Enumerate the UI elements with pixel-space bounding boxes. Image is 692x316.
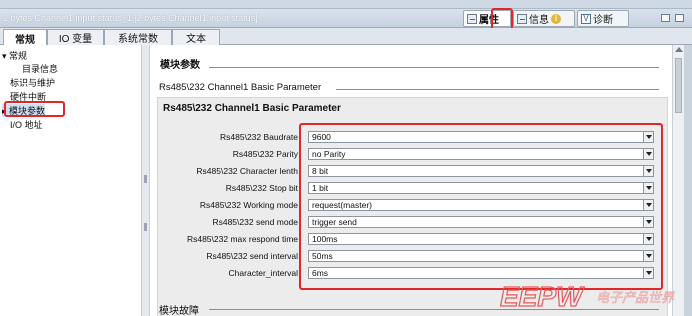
window-controls <box>661 14 684 22</box>
section-divider <box>209 67 659 68</box>
info-icon: i <box>551 13 561 24</box>
nav-item-catalog-info[interactable]: 目录信息 <box>22 62 58 75</box>
nav-item-io-address[interactable]: I/O 地址 <box>10 118 43 131</box>
parameter-dropdown[interactable]: 6ms <box>308 267 654 279</box>
parameter-value: 8 bit <box>312 166 329 176</box>
dropdown-arrow-icon[interactable] <box>643 268 653 278</box>
dropdown-arrow-icon[interactable] <box>643 166 653 176</box>
parameter-dropdown[interactable]: 9600 <box>308 131 654 143</box>
tab-diagnostics-label: 诊断 <box>593 15 613 26</box>
tab-texts-label: 文本 <box>186 34 206 45</box>
parameter-value: 100ms <box>312 234 338 244</box>
vertical-scrollbar[interactable] <box>672 45 684 316</box>
left-navigation: ▾ 常规 目录信息 标识与维护 硬件中断 ▸ 模块参数 I/O 地址 <box>0 45 142 316</box>
parameter-label: Rs485\232 max respond time <box>186 234 298 244</box>
eepw-watermark: EEPW 电子产品世界 <box>500 282 675 312</box>
nav-item-module-parameters-label: 模块参数 <box>9 106 46 116</box>
tab-general[interactable]: 常规 <box>3 29 47 46</box>
watermark-subtext: 电子产品世界 <box>596 290 675 305</box>
top-toolbar-strip <box>0 0 692 9</box>
group-title: Rs485\232 Channel1 Basic Parameter <box>163 103 341 114</box>
parameter-label: Rs485\232 Working mode <box>199 200 298 210</box>
tab-io-tags[interactable]: IO 变量 <box>47 29 104 45</box>
parameter-value: no Parity <box>312 149 346 159</box>
splitter-grip-icon <box>144 223 147 231</box>
tab-io-tags-label: IO 变量 <box>58 34 93 45</box>
diagnostics-icon: V <box>581 13 591 24</box>
subsection-title: Rs485\232 Channel1 Basic Parameter <box>159 82 322 93</box>
expand-arrow-icon[interactable]: ▾ <box>2 51 7 61</box>
scroll-up-arrow-icon[interactable] <box>675 47 683 52</box>
dropdown-arrow-icon[interactable] <box>643 251 653 261</box>
tab-texts[interactable]: 文本 <box>172 29 220 45</box>
properties-icon <box>467 13 477 24</box>
nav-item-identification[interactable]: 标识与维护 <box>10 76 55 89</box>
dropdown-arrow-icon[interactable] <box>643 234 653 244</box>
parameter-content: 模块参数 Rs485\232 Channel1 Basic Parameter … <box>151 45 671 316</box>
parameter-label: Rs485\232 send interval <box>206 251 298 261</box>
nav-item-io-address-label: I/O 地址 <box>10 120 43 130</box>
tab-system-constants-label: 系统常数 <box>118 34 158 45</box>
dropdown-arrow-icon[interactable] <box>643 217 653 227</box>
parameter-label: Character_interval <box>228 268 298 278</box>
tab-general-label: 常规 <box>15 34 35 46</box>
watermark-logo-text: EEPW <box>500 282 585 312</box>
parameter-value: 50ms <box>312 251 333 261</box>
parameter-label: Rs485\232 send mode <box>212 217 298 227</box>
nav-item-general[interactable]: ▾ 常规 <box>2 49 27 62</box>
parameter-dropdown[interactable]: 100ms <box>308 233 654 245</box>
dropdown-arrow-icon[interactable] <box>643 183 653 193</box>
parameter-dropdown[interactable]: request(master) <box>308 199 654 211</box>
tab-system-constants[interactable]: 系统常数 <box>104 29 172 45</box>
parameter-dropdown[interactable]: trigger send <box>308 216 654 228</box>
parameter-value: trigger send <box>312 217 357 227</box>
nav-item-identification-label: 标识与维护 <box>10 78 56 88</box>
section-title: 模块参数 <box>160 60 200 71</box>
tab-strip: 常规 IO 变量 系统常数 文本 <box>0 28 692 46</box>
panel-splitter[interactable] <box>142 45 150 316</box>
footer-section-title: 模块故障 <box>159 306 199 316</box>
info-panel-icon <box>517 13 527 24</box>
parameter-value: request(master) <box>312 200 372 210</box>
tab-info[interactable]: 信息 i <box>513 10 575 27</box>
parameter-label: Rs485\232 Character lenth <box>196 166 298 176</box>
parameter-dropdown[interactable]: 1 bit <box>308 182 654 194</box>
parameter-dropdown[interactable]: 50ms <box>308 250 654 262</box>
subsection-divider <box>336 89 659 90</box>
parameter-value: 9600 <box>312 132 331 142</box>
splitter-grip-icon <box>144 175 147 183</box>
parameter-label: Rs485\232 Baudrate <box>220 132 298 142</box>
parameter-dropdown[interactable]: 8 bit <box>308 165 654 177</box>
window-edge <box>684 45 692 316</box>
parameter-value: 6ms <box>312 268 329 278</box>
nav-item-module-parameters[interactable]: ▸ 模块参数 <box>2 104 46 117</box>
tab-properties[interactable]: 属性 <box>463 10 511 27</box>
parameter-value: 1 bit <box>312 183 329 193</box>
dropdown-arrow-icon[interactable] <box>643 149 653 159</box>
scroll-thumb[interactable] <box>675 58 682 113</box>
tab-diagnostics[interactable]: V 诊断 <box>577 10 629 27</box>
inspector-titlebar: 2 bytes Channel1 input status_1 [2 bytes… <box>0 9 692 28</box>
minimize-window-icon[interactable] <box>675 14 684 22</box>
nav-item-catalog-info-label: 目录信息 <box>22 64 59 74</box>
parameter-dropdown[interactable]: no Parity <box>308 148 654 160</box>
dropdown-arrow-icon[interactable] <box>643 132 653 142</box>
parameter-label: Rs485\232 Stop bit <box>225 183 298 193</box>
restore-window-icon[interactable] <box>661 14 670 22</box>
expand-arrow-icon[interactable]: ▸ <box>2 106 7 116</box>
window-title: 2 bytes Channel1 input status_1 [2 bytes… <box>3 13 258 23</box>
nav-item-hardware-interrupt-label: 硬件中断 <box>10 92 47 102</box>
tab-info-label: 信息 <box>529 15 549 26</box>
parameter-label: Rs485\232 Parity <box>232 149 298 159</box>
nav-item-hardware-interrupt[interactable]: 硬件中断 <box>10 90 46 103</box>
nav-item-general-label: 常规 <box>9 51 28 61</box>
tab-properties-label: 属性 <box>479 15 499 26</box>
dropdown-arrow-icon[interactable] <box>643 200 653 210</box>
